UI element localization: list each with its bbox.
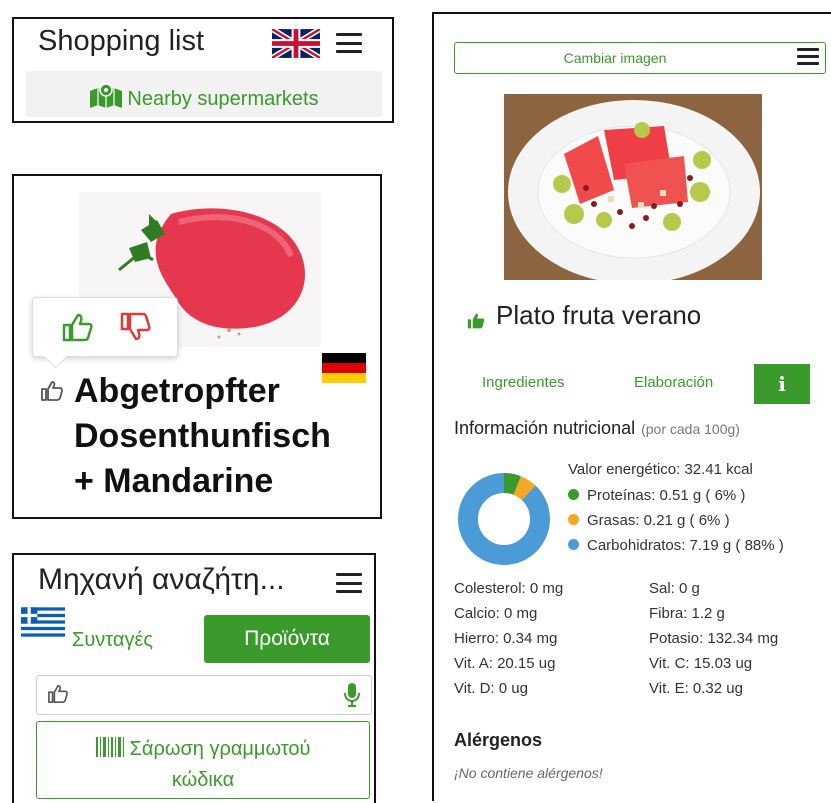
product-name-line-3: + Mandarine xyxy=(74,462,274,500)
macro-fat-label: Grasas: 0.21 g ( 6% ) xyxy=(587,512,730,529)
nutrient-vit-a: Vit. A: 20.15 ug xyxy=(454,655,556,672)
tab-products[interactable]: Προϊόντα xyxy=(204,615,370,663)
tab-recipes[interactable]: Συνταγές xyxy=(72,629,153,652)
recipe-title: Plato fruta verano xyxy=(496,300,702,330)
change-image-label: Cambiar imagen xyxy=(563,50,667,66)
thumbs-up-icon[interactable] xyxy=(61,312,93,342)
macro-donut-chart xyxy=(458,473,550,565)
map-icon xyxy=(90,83,123,108)
nutrient-vit-e: Vit. E: 0.32 ug xyxy=(649,680,743,697)
search-input[interactable] xyxy=(36,675,372,715)
nutrient-potassium: Potasio: 132.34 mg xyxy=(649,630,779,647)
nearby-supermarkets-button[interactable]: Nearby supermarkets xyxy=(26,71,382,117)
uk-flag-icon[interactable] xyxy=(272,29,320,58)
allergens-heading: Alérgenos xyxy=(454,730,543,750)
macro-protein: Proteínas: 0.51 g ( 6% ) xyxy=(568,487,745,504)
product-name: Abgetropfter Dosenthunfisch + Mandarine xyxy=(74,369,374,504)
recipe-panel: Cambiar imagen Plato fruta verano Ingred… xyxy=(432,12,831,801)
thumbs-up-icon[interactable] xyxy=(466,312,486,330)
energy-value: Valor energético: 32.41 kcal xyxy=(568,461,753,478)
product-name-line-2: Dosenthunfisch xyxy=(74,417,331,455)
scan-label-line-1: Σάρωση γραμμωτού xyxy=(129,738,311,760)
nutrient-vit-c: Vit. C: 15.03 ug xyxy=(649,655,753,672)
nutrient-vit-d: Vit. D: 0 ug xyxy=(454,680,528,697)
donut-slice-carbs xyxy=(458,473,550,565)
nutrition-heading: Información nutricional (por cada 100g) xyxy=(454,418,740,439)
scan-label-line-2: κώδικα xyxy=(171,769,235,791)
search-title: Μηχανή αναζήτη... xyxy=(38,563,285,596)
tab-ingredients[interactable]: Ingredientes xyxy=(482,374,565,391)
tab-info[interactable]: i xyxy=(754,364,810,404)
change-image-button[interactable]: Cambiar imagen xyxy=(454,42,826,74)
macro-carbs-label: Carbohidratos: 7.19 g ( 88% ) xyxy=(587,537,784,554)
search-panel: Μηχανή αναζήτη... Συνταγές Προϊόντα Σάρω… xyxy=(12,553,376,803)
nutrient-cholesterol: Colesterol: 0 mg xyxy=(454,580,564,597)
nutrient-salt: Sal: 0 g xyxy=(649,580,700,597)
nutrient-iron: Hierro: 0.34 mg xyxy=(454,630,558,647)
nutrient-fiber: Fibra: 1.2 g xyxy=(649,605,725,622)
nutrient-calcium: Calcio: 0 mg xyxy=(454,605,538,622)
menu-icon[interactable] xyxy=(797,48,819,65)
protein-dot xyxy=(568,489,579,500)
macro-protein-label: Proteínas: 0.51 g ( 6% ) xyxy=(587,487,746,504)
product-name-line-1: Abgetropfter xyxy=(74,372,280,410)
thumbs-down-icon[interactable] xyxy=(119,312,151,342)
product-card: Abgetropfter Dosenthunfisch + Mandarine xyxy=(12,174,382,519)
nutrition-subheading: (por cada 100g) xyxy=(641,421,740,437)
like-icon[interactable] xyxy=(40,380,64,402)
like-icon[interactable] xyxy=(47,684,69,704)
carbs-dot xyxy=(568,539,579,550)
menu-icon[interactable] xyxy=(336,573,362,593)
shopping-list-header: Shopping list Nearby supermarkets xyxy=(12,17,394,123)
barcode-icon xyxy=(95,737,124,757)
vote-popup xyxy=(32,297,178,369)
shopping-list-title: Shopping list xyxy=(38,25,205,57)
scan-barcode-button[interactable]: Σάρωση γραμμωτού κώδικα xyxy=(36,721,370,799)
allergens-text: ¡No contiene alérgenos! xyxy=(454,765,603,781)
greek-flag-icon[interactable] xyxy=(21,607,65,637)
menu-icon[interactable] xyxy=(336,33,362,53)
macro-fat: Grasas: 0.21 g ( 6% ) xyxy=(568,512,730,529)
tab-elaboration[interactable]: Elaboración xyxy=(634,374,713,391)
nearby-supermarkets-label: Nearby supermarkets xyxy=(127,88,319,110)
recipe-image xyxy=(504,94,762,280)
microphone-icon[interactable] xyxy=(343,682,361,708)
fat-dot xyxy=(568,514,579,525)
nutrition-heading-label: Información nutricional xyxy=(454,418,636,438)
macro-carbs: Carbohidratos: 7.19 g ( 88% ) xyxy=(568,537,784,554)
